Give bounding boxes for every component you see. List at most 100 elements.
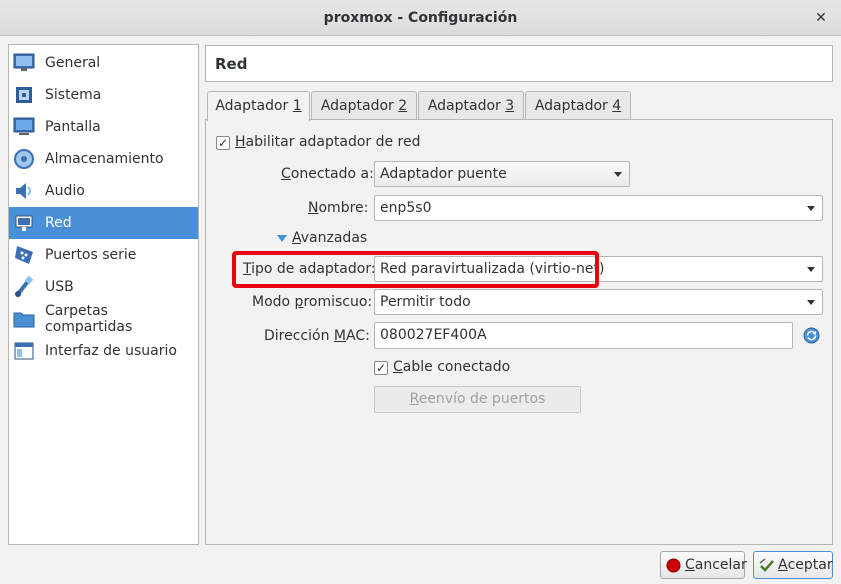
enable-adapter-label[interactable]: Habilitar adaptador de red	[235, 134, 421, 150]
select-value: Red paravirtualizada (virtio-net)	[380, 261, 605, 277]
label-part: eenvío de puertos	[418, 391, 546, 407]
label-mnemonic: T	[243, 261, 252, 277]
label-part: able conectado	[402, 359, 511, 375]
select-value: Adaptador puente	[380, 166, 507, 182]
tab-mnemonic: 3	[505, 98, 515, 114]
label-part: ceptar	[787, 557, 833, 573]
label-part: abilitar adaptador de red	[245, 134, 421, 150]
monitor-icon	[13, 52, 35, 74]
display-icon	[13, 116, 35, 138]
refresh-mac-icon[interactable]	[803, 327, 820, 344]
sidebar-item-label: Red	[45, 215, 72, 231]
tab-label: Adaptador	[427, 98, 506, 114]
tab-adaptador-2[interactable]: Adaptador 2	[311, 91, 417, 120]
accept-button[interactable]: Aceptar	[753, 551, 833, 579]
usb-icon	[13, 276, 35, 298]
sidebar-item-general[interactable]: General	[9, 47, 198, 79]
sidebar-item-sistema[interactable]: Sistema	[9, 79, 198, 111]
label-part: vanzadas	[300, 230, 368, 246]
cable-connected-checkbox[interactable]: ✓	[374, 361, 388, 375]
sidebar-item-label: Carpetas compartidas	[45, 303, 133, 335]
expander-arrow-icon[interactable]	[277, 235, 287, 242]
sidebar-item-label: USB	[45, 279, 74, 295]
sidebar-item-label: Pantalla	[45, 119, 101, 135]
mac-address-input[interactable]: 080027EF400A	[374, 322, 793, 349]
disk-icon	[13, 148, 35, 170]
label-part: ombre:	[318, 200, 369, 216]
label-part: ipo de adaptador:	[251, 261, 376, 277]
select-value: Permitir todo	[380, 294, 471, 310]
label-mnemonic: A	[778, 557, 788, 573]
sidebar-item-audio[interactable]: Audio	[9, 175, 198, 207]
label-part: AC:	[346, 328, 370, 344]
cancel-button[interactable]: Cancelar	[660, 551, 747, 579]
label-part: Dirección	[264, 328, 334, 344]
title-bar: proxmox - Configuración ✕	[0, 0, 841, 36]
tab-adaptador-3[interactable]: Adaptador 3	[418, 91, 524, 120]
tab-adaptador-4[interactable]: Adaptador 4	[525, 91, 631, 120]
sidebar-item-puertos-serie[interactable]: Puertos serie	[9, 239, 198, 271]
folder-icon	[13, 308, 35, 330]
promiscuous-mode-select[interactable]: Permitir todo	[374, 289, 823, 315]
tab-mnemonic: 1	[292, 98, 302, 114]
tab-label: Adaptador	[215, 98, 293, 114]
sidebar-item-label: Sistema	[45, 87, 102, 103]
serial-icon	[13, 244, 35, 266]
close-icon[interactable]: ✕	[811, 0, 831, 36]
connected-to-label: Conectado a:	[281, 166, 374, 182]
sidebar-item-label: Almacenamiento	[45, 151, 164, 167]
chevron-down-icon	[807, 300, 815, 305]
promiscuous-mode-label: Modo promiscuo:	[252, 294, 372, 310]
label-part: romiscuo:	[303, 294, 373, 310]
label-mnemonic: C	[281, 166, 291, 182]
adapter-type-label: Tipo de adaptador:	[243, 261, 376, 277]
tab-label: Adaptador	[320, 98, 399, 114]
tab-mnemonic: 4	[612, 98, 622, 114]
label-mnemonic: M	[333, 328, 346, 344]
sidebar-item-red[interactable]: Red	[9, 207, 198, 239]
label-part: Modo	[252, 294, 295, 310]
tab-mnemonic: 2	[398, 98, 408, 114]
advanced-expander[interactable]: Avanzadas	[292, 230, 367, 246]
sidebar-item-label: Audio	[45, 183, 85, 199]
tab-label: Adaptador	[534, 98, 613, 114]
label-mnemonic: C	[393, 359, 403, 375]
label-mnemonic: A	[292, 230, 301, 246]
ui-icon	[13, 340, 35, 362]
name-select[interactable]: enp5s0	[374, 195, 823, 221]
sidebar-item-label: General	[45, 55, 101, 71]
tab-adaptador-1[interactable]: Adaptador 1	[207, 91, 310, 121]
enable-adapter-checkbox[interactable]: ✓	[216, 136, 230, 150]
name-label: Nombre:	[308, 200, 368, 216]
label-mnemonic: C	[685, 557, 695, 573]
sidebar-item-label: Puertos serie	[45, 247, 137, 263]
section-title: Red	[205, 45, 833, 82]
chevron-down-icon	[807, 206, 815, 211]
adapter-type-select[interactable]: Red paravirtualizada (virtio-net)	[374, 256, 823, 282]
sidebar-item-usb[interactable]: USB	[9, 271, 198, 303]
cable-connected-label[interactable]: Cable conectado	[393, 359, 510, 375]
connected-to-select[interactable]: Adaptador puente	[374, 161, 630, 187]
label-mnemonic: N	[308, 200, 319, 216]
chevron-down-icon	[614, 172, 622, 177]
sidebar-item-carpetas-compartidas[interactable]: Carpetas compartidas	[9, 303, 198, 335]
sidebar-item-almacenamiento[interactable]: Almacenamiento	[9, 143, 198, 175]
port-forwarding-button[interactable]: Reenvío de puertos	[374, 386, 581, 413]
chevron-down-icon	[807, 267, 815, 272]
accept-icon	[759, 557, 775, 573]
speaker-icon	[13, 180, 35, 202]
sidebar-item-interfaz-de-usuario[interactable]: Interfaz de usuario	[9, 335, 198, 367]
label-mnemonic: R	[409, 391, 419, 407]
window-title: proxmox - Configuración	[323, 10, 518, 26]
network-icon	[13, 212, 35, 234]
settings-sidebar: General Sistema Pantalla Almacenamiento …	[8, 44, 199, 545]
sidebar-item-pantalla[interactable]: Pantalla	[9, 111, 198, 143]
cancel-icon	[666, 558, 681, 573]
label-part: onectado a:	[290, 166, 374, 182]
sidebar-item-label: Interfaz de usuario	[45, 343, 177, 359]
chip-icon	[13, 84, 35, 106]
mac-address-label: Dirección MAC:	[264, 328, 370, 344]
label-part: ancelar	[694, 557, 747, 573]
select-value: enp5s0	[380, 200, 432, 216]
label-mnemonic: H	[235, 134, 246, 150]
